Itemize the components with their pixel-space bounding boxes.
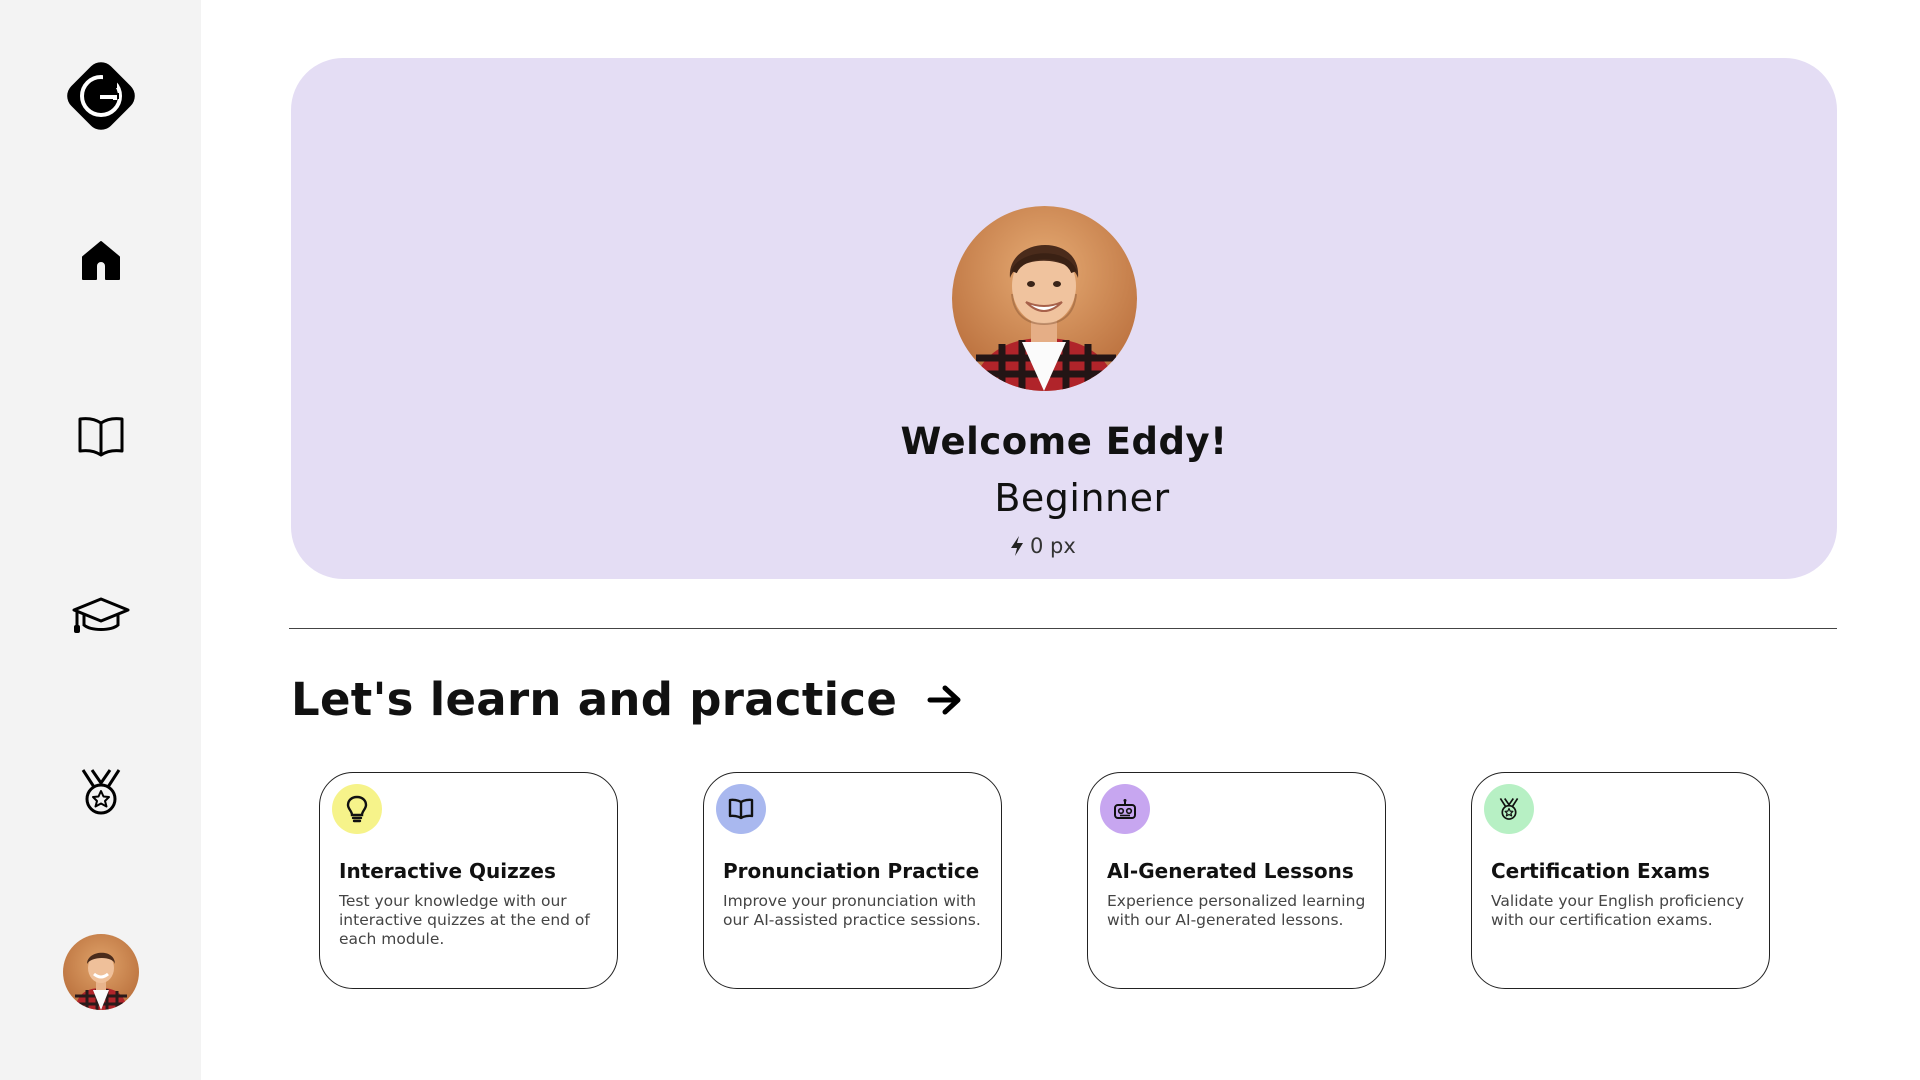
card-title: Certification Exams xyxy=(1491,859,1710,883)
sidebar-item-home[interactable] xyxy=(73,232,129,288)
card-title: AI-Generated Lessons xyxy=(1107,859,1354,883)
card-interactive-quizzes[interactable]: Interactive Quizzes Test your knowledge … xyxy=(319,772,618,989)
welcome-heading: Welcome Eddy! xyxy=(900,420,1228,463)
robot-icon xyxy=(1100,784,1150,834)
xp-value: 0 px xyxy=(1030,534,1076,558)
card-description: Test your knowledge with our interactive… xyxy=(339,892,590,948)
divider xyxy=(289,628,1837,629)
section-title-text: Let's learn and practice xyxy=(291,673,898,726)
book-icon xyxy=(78,417,123,457)
avatar[interactable] xyxy=(62,934,139,1010)
home-icon xyxy=(81,241,120,280)
card-title: Pronunciation Practice xyxy=(723,859,980,883)
card-pronunciation-practice[interactable]: Pronunciation Practice Improve your pron… xyxy=(703,772,1002,989)
lightning-icon xyxy=(1011,536,1023,556)
card-description: Validate your English proficiency with o… xyxy=(1491,892,1745,929)
sidebar-item-courses[interactable] xyxy=(69,587,133,643)
arrow-right-icon[interactable] xyxy=(927,683,963,717)
sidebar xyxy=(0,0,201,1080)
sidebar-item-certificates[interactable] xyxy=(73,764,129,820)
sidebar-item-lessons[interactable] xyxy=(73,409,129,465)
medal-icon xyxy=(1484,784,1534,834)
card-description: Experience personalized learning with ou… xyxy=(1107,892,1366,929)
graduation-cap-icon xyxy=(72,597,129,633)
card-ai-generated-lessons[interactable]: AI-Generated Lessons Experience personal… xyxy=(1087,772,1386,989)
book-icon xyxy=(716,784,766,834)
g-logo-icon[interactable] xyxy=(59,54,143,138)
card-certification-exams[interactable]: Certification Exams Validate your Englis… xyxy=(1471,772,1770,989)
medal-icon xyxy=(81,769,120,815)
card-title: Interactive Quizzes xyxy=(339,859,556,883)
lightbulb-icon xyxy=(332,784,382,834)
level-label: Beginner xyxy=(994,476,1170,520)
xp-display: 0 px xyxy=(1010,532,1076,560)
section-title: Let's learn and practice xyxy=(291,673,963,726)
profile-avatar xyxy=(952,206,1137,391)
card-description: Improve your pronunciation with our AI-a… xyxy=(723,892,981,929)
